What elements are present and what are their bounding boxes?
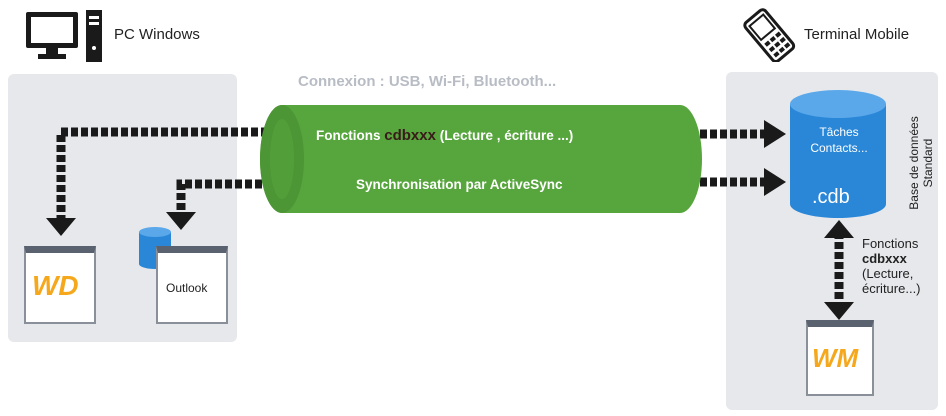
db-labels: Tâches Contacts... — [794, 124, 884, 156]
mobile-functions-line-4: écriture...) — [862, 281, 921, 296]
arrowhead-wm — [824, 302, 854, 320]
outlook-label: Outlook — [166, 281, 208, 295]
mobile-functions: Fonctions cdbxxx (Lecture, écriture...) — [862, 236, 921, 296]
arrowhead-db-1 — [764, 120, 786, 148]
outlook-card: Outlook — [156, 246, 228, 324]
pipe-line-1-prefix: Fonctions — [316, 128, 381, 143]
pipe-line-1-suffix: (Lecture , écriture ...) — [439, 128, 574, 143]
arrowhead-db-2 — [764, 168, 786, 196]
db-side-line-1: Base de données — [907, 116, 921, 210]
wm-logo-icon: WM — [812, 343, 860, 373]
wm-logo-text: WM — [812, 343, 860, 373]
db-extension: .cdb — [812, 186, 850, 208]
wm-card: WM — [806, 320, 874, 396]
arrow-pipe-to-wd — [56, 127, 268, 220]
wd-logo-icon: WD — [32, 270, 79, 301]
mobile-functions-line-2: cdbxxx — [862, 251, 907, 266]
pipe-line-2: Synchronisation par ActiveSync — [356, 177, 563, 192]
pipe-line-1: Fonctions cdbxxx (Lecture , écriture ...… — [316, 127, 573, 144]
db-line-1: Tâches — [819, 125, 859, 139]
pipe-shape — [260, 105, 702, 213]
db-side-label: Base de données Standard — [907, 103, 937, 223]
db-side-line-2: Standard — [921, 138, 935, 188]
wd-logo-text: WD — [32, 270, 79, 301]
pipe-line-1-accent: cdbxxx — [384, 127, 436, 144]
arrowhead-wd — [46, 218, 76, 236]
mobile-functions-line-1: Fonctions — [862, 236, 919, 251]
mobile-functions-line-3: (Lecture, — [862, 266, 914, 281]
wd-card: WD — [24, 246, 96, 324]
db-line-2: Contacts... — [810, 141, 868, 155]
arrowhead-db-up — [824, 220, 854, 238]
